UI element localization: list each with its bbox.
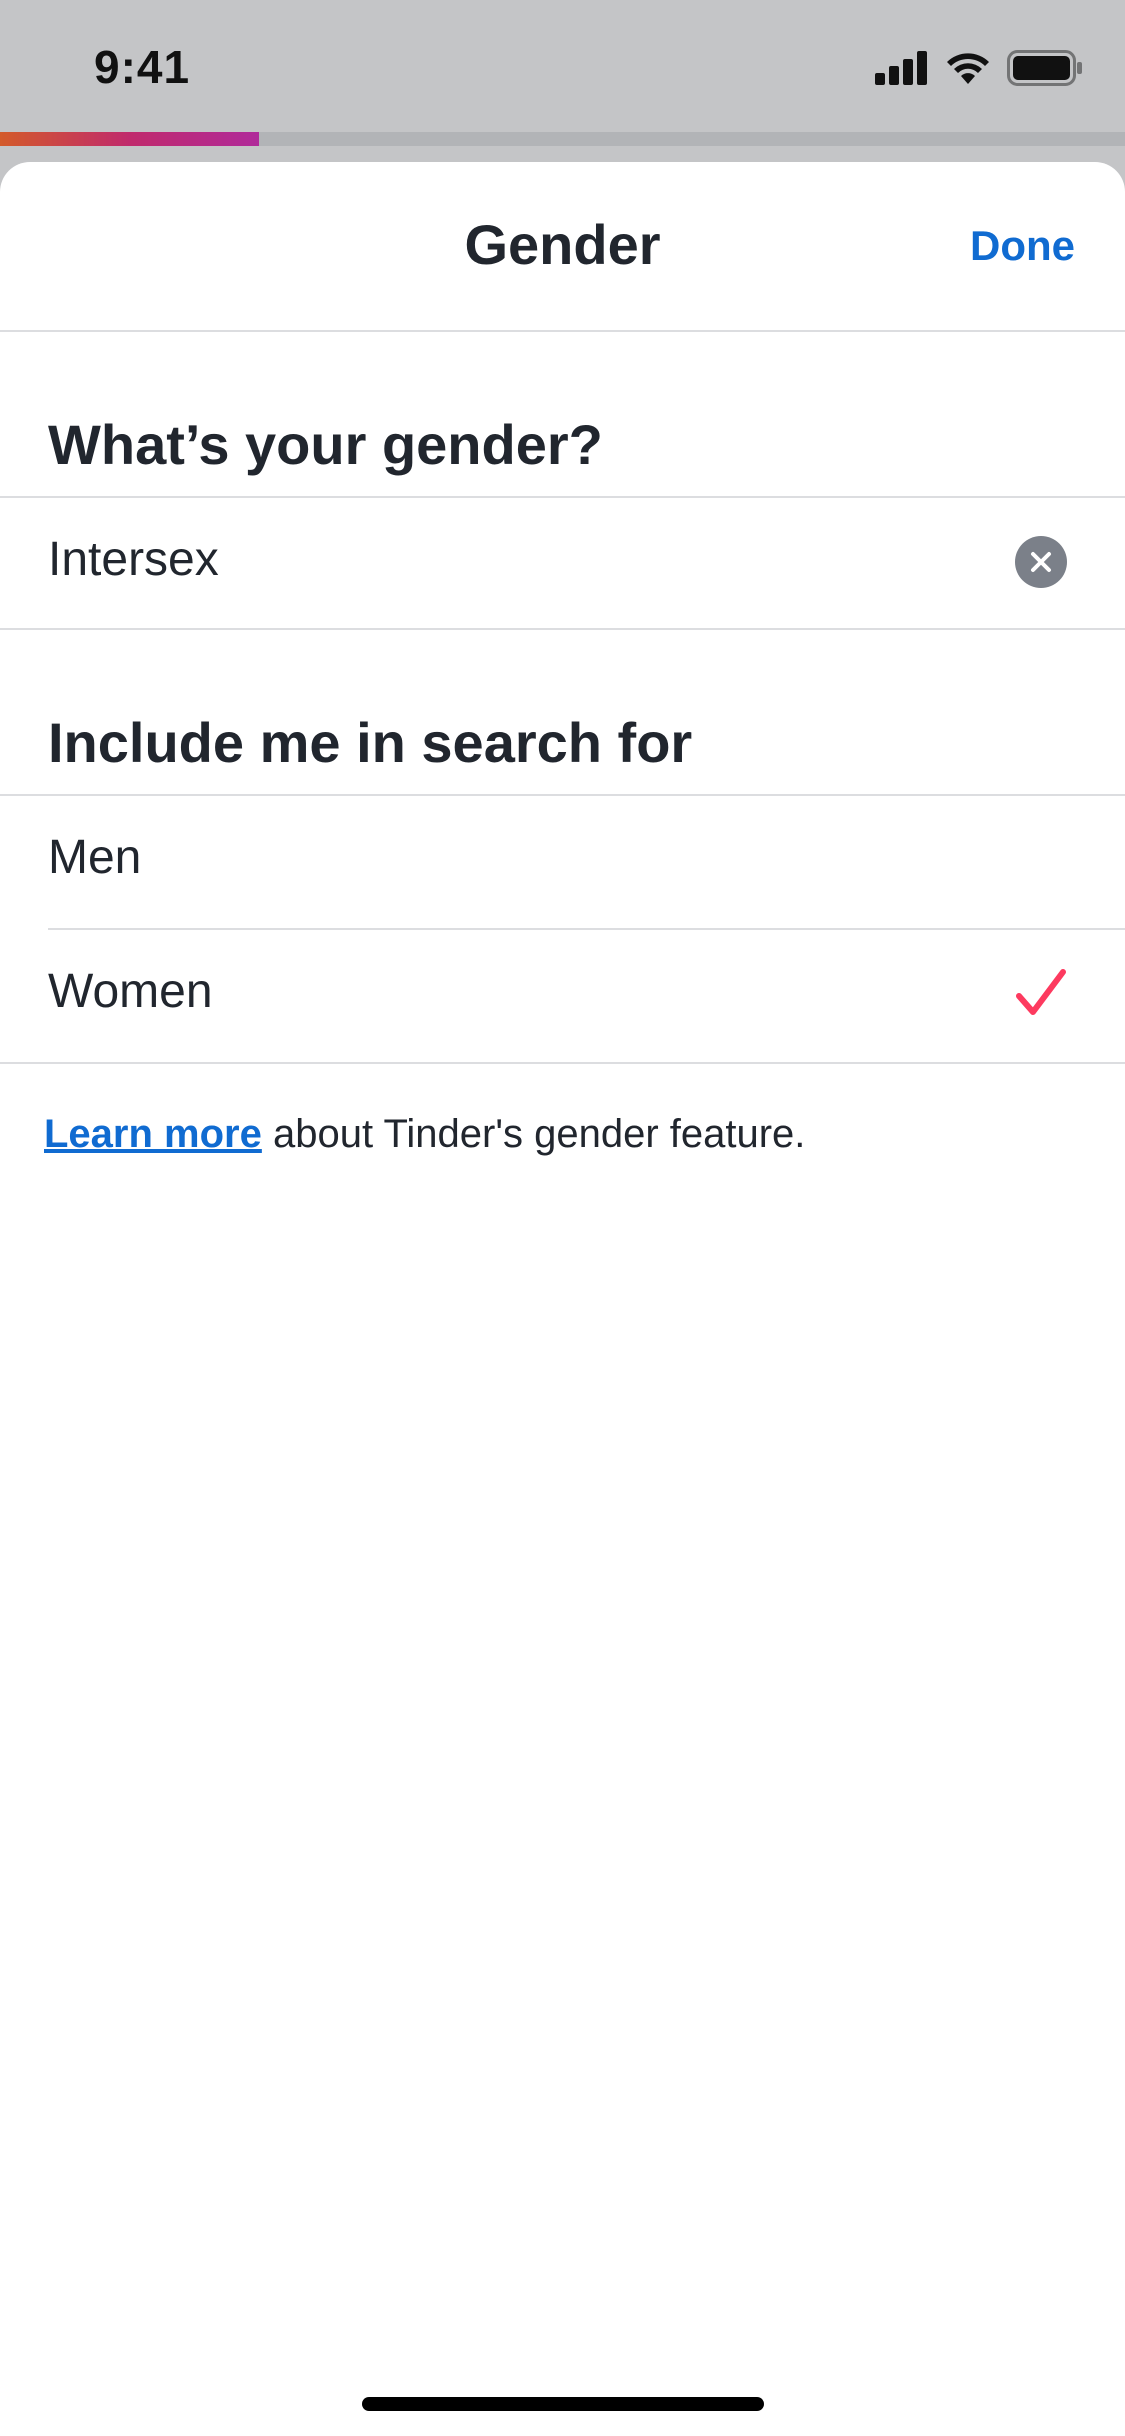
checkmark-icon xyxy=(1016,969,1066,1015)
status-icons xyxy=(875,48,1083,88)
option-men-label: Men xyxy=(48,831,142,884)
option-women-label: Women xyxy=(48,965,213,1018)
gender-bottom-divider xyxy=(0,628,1125,630)
gender-input[interactable]: Intersex xyxy=(48,532,948,587)
signal-icon xyxy=(875,51,927,85)
header-divider xyxy=(0,330,1125,332)
status-bar: 9:41 xyxy=(0,0,1125,132)
footer-note: Learn more about Tinder's gender feature… xyxy=(44,1112,805,1157)
battery-icon xyxy=(1007,50,1082,86)
x-mark-icon xyxy=(1031,552,1051,572)
wifi-icon xyxy=(947,53,989,84)
clear-icon[interactable] xyxy=(1015,536,1067,588)
page-title: Gender xyxy=(464,213,661,276)
status-time: 9:41 xyxy=(94,41,191,93)
learn-more-link[interactable]: Learn more xyxy=(44,1112,262,1156)
gender-heading: What’s your gender? xyxy=(48,413,603,476)
gender-sheet: Gender Done What’s your gender? Intersex… xyxy=(0,162,1125,2436)
search-heading: Include me in search for xyxy=(48,711,693,774)
search-bottom-divider xyxy=(0,1062,1125,1064)
progress-fill xyxy=(0,132,259,146)
option-men[interactable]: Men xyxy=(0,796,1125,928)
footer-text: about Tinder's gender feature. xyxy=(261,1112,806,1156)
gender-top-divider xyxy=(0,496,1125,498)
progress-bar xyxy=(0,132,1125,146)
done-button[interactable]: Done xyxy=(970,222,1075,270)
home-indicator[interactable] xyxy=(362,2397,764,2411)
option-women[interactable]: Women xyxy=(0,930,1125,1062)
